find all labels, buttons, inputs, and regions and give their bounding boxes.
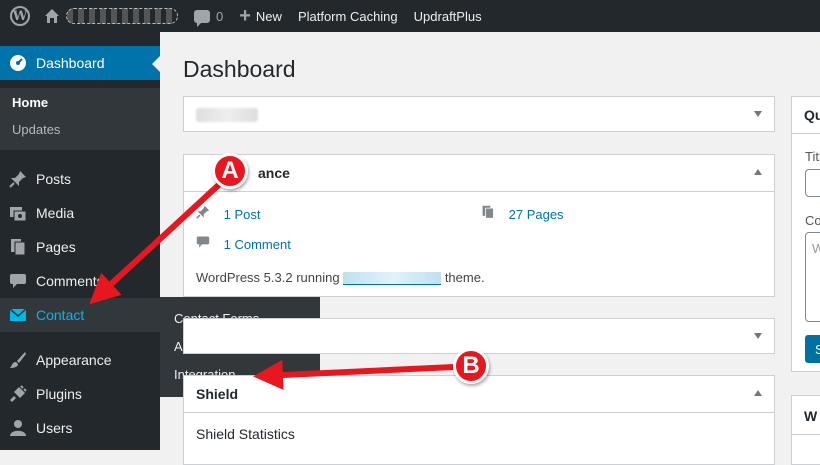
sidebar-item-label: Comments [36,273,104,289]
annotation-badge-a: A [212,153,248,189]
pages-stack-icon [481,205,497,222]
shield-statistics-label: Shield Statistics [196,426,295,442]
shield-widget-box: Shield Shield Statistics [183,375,775,465]
user-icon [8,418,28,438]
flyout-pointer [152,310,160,326]
home-icon [45,9,59,23]
current-page-arrow [152,56,160,72]
sidebar-item-contact[interactable]: Contact [0,298,160,332]
sidebar-item-label: Contact [36,307,85,323]
sidebar-item-plugins[interactable]: Plugins [0,377,160,411]
plus-icon: + [239,5,251,27]
plug-icon [8,384,28,404]
pushpin-icon [8,169,28,189]
content-placeholder: W [812,241,820,256]
content-textarea[interactable]: W [805,232,820,322]
dashboard-gauge-icon [8,53,28,73]
annotation-badge-b: B [453,348,489,384]
new-content-button[interactable]: + New [231,0,290,32]
glance-posts: 1 Post [196,205,260,222]
wordpress-version-line: WordPress 5.3.2 running theme. [196,270,485,286]
dashboard-submenu: Home Updates [0,88,160,150]
posts-count-link[interactable]: 1 Post [224,207,261,222]
sidebar-item-users[interactable]: Users [0,411,160,445]
site-name-redacted [66,8,178,24]
sidebar-item-pages[interactable]: Pages [0,230,160,264]
version-text: WordPress 5.3.2 running [196,270,340,285]
at-a-glance-title: ance [258,165,290,181]
secondary-widget-box: W [791,395,820,465]
quick-draft-title: Qu [804,107,820,123]
sidebar-item-label: Appearance [36,352,112,368]
collapse-toggle-icon[interactable] [754,390,762,396]
paintbrush-icon [8,350,28,370]
pushpin-icon [196,205,212,222]
redacted-widget-header[interactable] [184,97,774,133]
sidebar-item-label: Posts [36,171,72,187]
collapse-toggle-icon[interactable] [754,111,762,117]
sidebar-item-dashboard[interactable]: Dashboard [0,46,160,80]
comment-bubble-icon [8,271,28,291]
glance-comments: 1 Comment [196,235,291,252]
wordpress-logo-button[interactable]: W [0,0,38,32]
sidebar-item-appearance[interactable]: Appearance [0,343,160,377]
sidebar-item-label: Plugins [36,386,82,402]
comment-bubble-icon [196,235,212,252]
updraftplus-button[interactable]: UpdraftPlus [406,0,490,32]
updraftplus-label: UpdraftPlus [413,8,482,24]
sidebar-item-label: Users [36,420,73,436]
page-title: Dashboard [183,56,296,82]
site-name-button[interactable] [38,0,186,32]
shield-widget-title: Shield [196,386,239,402]
comments-button[interactable]: 0 [186,0,231,32]
redacted-widget-title [196,108,258,122]
new-label: New [255,8,282,24]
collapse-toggle-icon[interactable] [754,169,762,175]
comment-bubble-icon [194,9,210,27]
pages-stack-icon [8,237,28,257]
at-a-glance-box: ance 1 Post 27 Pages 1 Comment WordPress… [183,154,775,297]
sidebar-item-media[interactable]: Media [0,196,160,230]
submenu-item-updates[interactable]: Updates [12,122,60,137]
platform-caching-button[interactable]: Platform Caching [290,0,406,32]
glance-pages: 27 Pages [481,205,564,222]
sidebar-item-label: Dashboard [36,55,105,71]
title-field-label: Titl [805,149,820,164]
admin-bar: W 0 + New Platform Caching UpdraftPlus [0,0,820,32]
sidebar-item-label: Pages [36,239,76,255]
save-draft-label: S [815,342,820,357]
comments-count-link[interactable]: 1 Comment [224,237,291,252]
theme-suffix: theme. [444,270,485,285]
quick-draft-box: Qu Titl Co W S [791,96,820,372]
theme-name-redacted[interactable] [343,272,442,286]
envelope-icon [8,305,28,325]
title-input[interactable] [805,169,820,197]
sidebar-item-comments[interactable]: Comments [0,264,160,298]
admin-sidebar: Dashboard Home Updates Posts Media Pages… [0,32,160,450]
collapsed-widget-box [183,318,775,354]
wordpress-logo-icon: W [10,6,30,26]
content-field-label: Co [805,213,820,228]
media-camera-icon [8,203,28,223]
save-draft-button[interactable]: S [805,335,820,363]
quick-draft-divider [792,133,820,134]
platform-caching-label: Platform Caching [297,8,398,24]
sidebar-item-label: Media [36,205,75,221]
pages-count-link[interactable]: 27 Pages [509,207,564,222]
secondary-widget-divider [792,434,820,435]
collapse-toggle-icon[interactable] [754,333,762,339]
at-a-glance-header[interactable]: ance [184,155,774,192]
comments-count: 0 [216,8,224,24]
redacted-widget-box [183,96,775,132]
sidebar-item-posts[interactable]: Posts [0,162,160,196]
submenu-item-home[interactable]: Home [12,95,48,110]
secondary-widget-title: W [804,408,818,424]
